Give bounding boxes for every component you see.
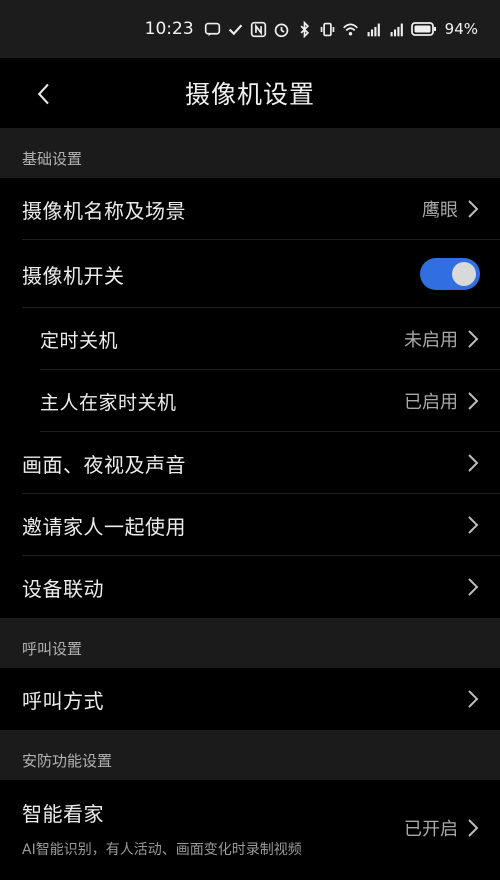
section-header-basic: 基础设置 (0, 128, 500, 178)
wifi-icon (342, 21, 359, 38)
picture-settings-label: 画面、夜视及声音 (22, 452, 186, 477)
status-time: 10:23 (144, 19, 194, 39)
chevron-right-icon (466, 452, 480, 474)
camera-name-value: 鹰眼 (422, 200, 458, 221)
camera-switch-toggle[interactable] (420, 258, 480, 290)
home-off-value: 已启用 (404, 392, 458, 413)
invite-family-label: 邀请家人一起使用 (22, 514, 186, 539)
smart-watch-description: AI智能识别，有人活动、画面变化时录制视频 (22, 841, 302, 858)
smart-watch-row[interactable]: 智能看家 AI智能识别，有人活动、画面变化时录制视频 已开启 (0, 780, 500, 876)
battery-icon (410, 21, 437, 38)
smart-watch-value: 已开启 (404, 819, 458, 840)
alarm-icon (273, 21, 290, 38)
camera-switch-label: 摄像机开关 (22, 263, 125, 288)
toggle-knob (452, 262, 476, 286)
chevron-right-icon (466, 390, 480, 412)
bluetooth-icon (296, 20, 313, 38)
check-app-icon (227, 21, 244, 38)
scheduled-off-label: 定时关机 (40, 329, 119, 352)
nav-bar: 摄像机设置 (0, 58, 500, 128)
device-linkage-row[interactable]: 设备联动 (0, 556, 500, 618)
chevron-right-icon (466, 688, 480, 710)
camera-name-label: 摄像机名称及场景 (22, 198, 186, 223)
scheduled-off-row[interactable]: 定时关机 未启用 (0, 308, 500, 370)
chevron-right-icon (466, 514, 480, 536)
chevron-right-icon (466, 817, 480, 839)
page-title: 摄像机设置 (184, 80, 315, 109)
chevron-left-icon (37, 83, 49, 105)
invite-family-row[interactable]: 邀请家人一起使用 (0, 494, 500, 556)
camera-switch-row: 摄像机开关 (0, 240, 500, 308)
call-mode-row[interactable]: 呼叫方式 (0, 668, 500, 730)
signal-4g-icon (365, 21, 382, 38)
chevron-right-icon (466, 576, 480, 598)
back-button[interactable] (26, 76, 62, 112)
scheduled-off-value: 未启用 (404, 330, 458, 351)
signal-5g-icon (388, 21, 405, 38)
nfc-icon (250, 21, 267, 38)
chevron-right-icon (466, 328, 480, 350)
section-header-security: 安防功能设置 (0, 730, 500, 780)
chevron-right-icon (466, 198, 480, 220)
status-bar: 10:23 94% (0, 0, 500, 58)
chat-notification-icon (204, 21, 221, 38)
picture-settings-row[interactable]: 画面、夜视及声音 (0, 432, 500, 494)
smart-watch-label: 智能看家 (22, 801, 104, 826)
camera-name-row[interactable]: 摄像机名称及场景 鹰眼 (0, 178, 500, 240)
home-off-row[interactable]: 主人在家时关机 已启用 (0, 370, 500, 432)
battery-percentage: 94% (444, 20, 478, 38)
section-header-call: 呼叫设置 (0, 618, 500, 668)
home-off-label: 主人在家时关机 (40, 391, 177, 414)
call-mode-label: 呼叫方式 (22, 688, 104, 713)
vibrate-icon (319, 21, 336, 38)
device-linkage-label: 设备联动 (22, 576, 104, 601)
